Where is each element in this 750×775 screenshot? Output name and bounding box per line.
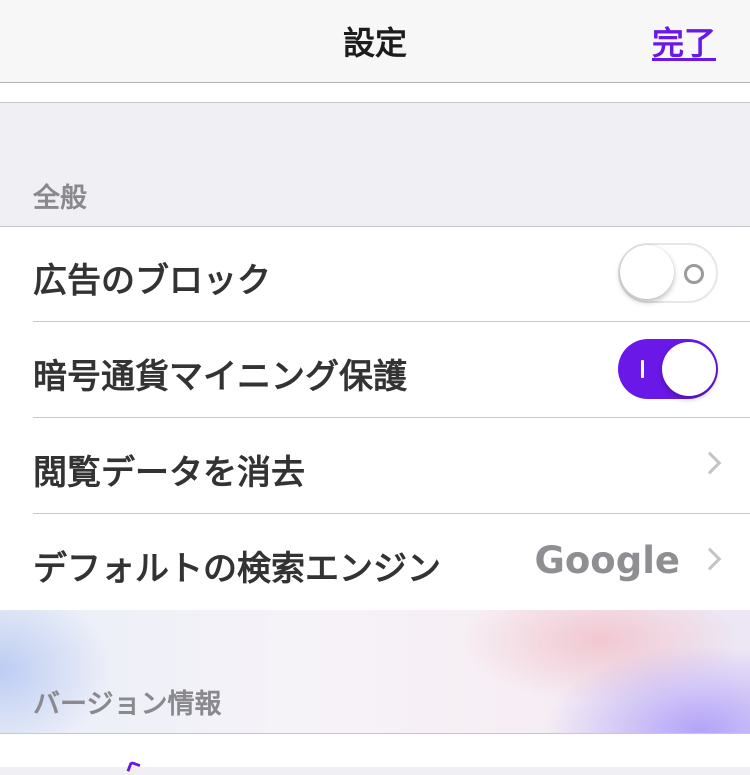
ad-block-label: 広告のブロック: [33, 261, 271, 301]
settings-group-general: 広告のブロック 暗号通貨マイニング保護 閲覧データを消去 デフォルトの検索エンジ…: [0, 226, 750, 611]
section-header-general: 全般: [33, 183, 87, 214]
app-logo-icon: [126, 760, 141, 775]
toggle-knob: [620, 245, 674, 299]
default-search-engine-value: Google: [534, 539, 680, 582]
version-row-partial: [0, 734, 750, 775]
row-separator: [33, 321, 750, 322]
default-search-engine-label: デフォルトの検索エンジン: [33, 549, 441, 589]
chevron-right-icon: [698, 451, 722, 475]
row-separator: [33, 417, 750, 418]
settings-row-default-search-engine[interactable]: デフォルトの検索エンジン Google: [0, 515, 750, 610]
settings-row-crypto-mining-protection: 暗号通貨マイニング保護: [0, 323, 750, 418]
crypto-mining-protection-label: 暗号通貨マイニング保護: [33, 357, 407, 397]
settings-row-ad-block: 広告のブロック: [0, 227, 750, 322]
crypto-mining-protection-toggle[interactable]: [618, 339, 718, 399]
chevron-right-icon: [698, 547, 722, 571]
scrolled-content-edge: [0, 83, 750, 103]
settings-row-clear-browsing-data[interactable]: 閲覧データを消去: [0, 419, 750, 514]
toggle-knob: [662, 342, 716, 396]
page-title: 設定: [342, 24, 407, 62]
ad-block-toggle[interactable]: [618, 243, 718, 303]
navigation-bar: 設定 完了: [0, 0, 750, 83]
toggle-on-indicator-icon: [641, 360, 644, 378]
row-separator: [33, 513, 750, 514]
section-header-version: バージョン情報: [33, 689, 222, 720]
toggle-off-indicator-icon: [684, 264, 704, 284]
clear-browsing-data-label: 閲覧データを消去: [33, 453, 305, 493]
done-button[interactable]: 完了: [652, 18, 716, 64]
